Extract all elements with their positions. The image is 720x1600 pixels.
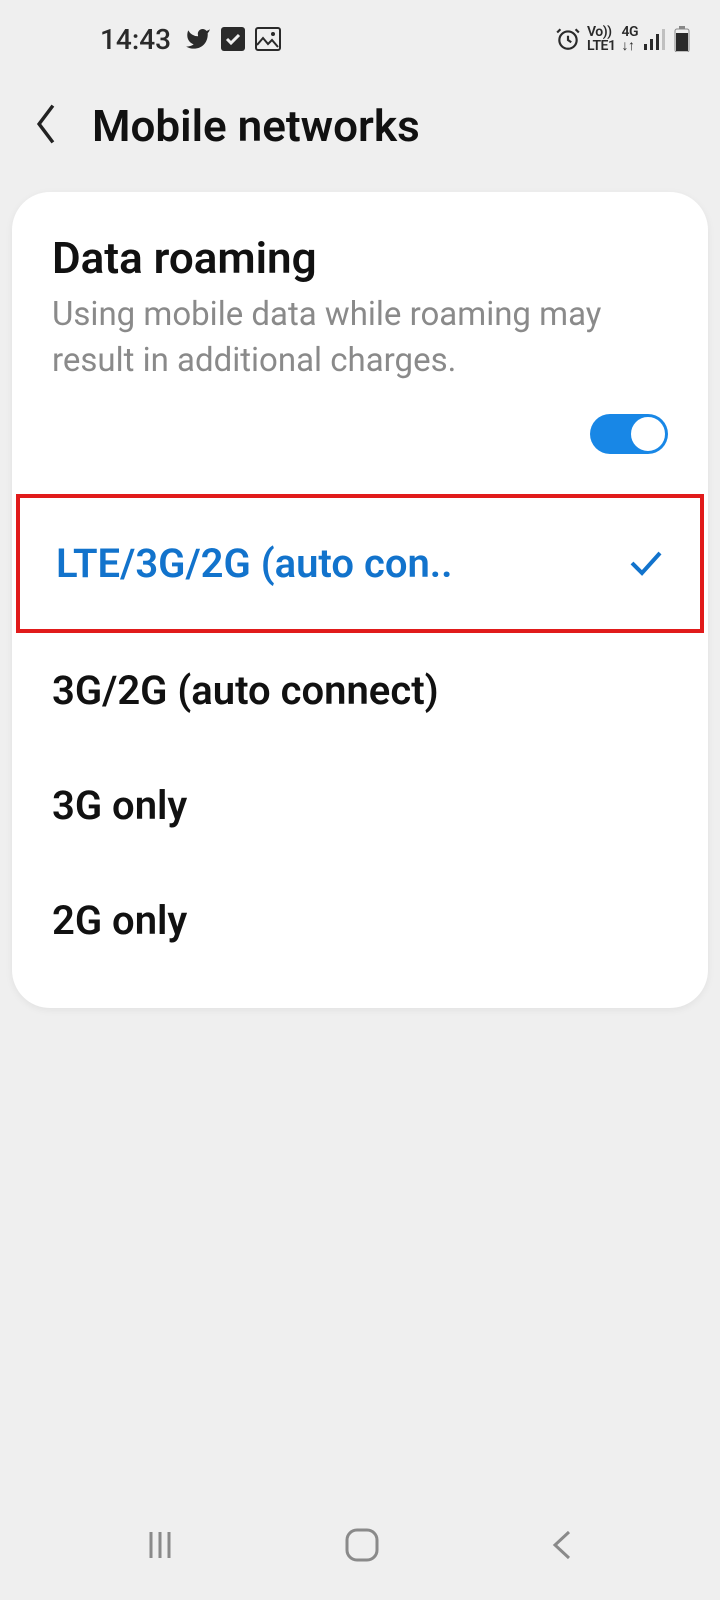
check-icon [628,540,664,587]
data-roaming-section[interactable]: Data roaming Using mobile data while roa… [12,232,708,384]
system-nav-bar [0,1510,720,1600]
status-left: 14:43 [30,23,281,56]
network-mode-option-lte[interactable]: LTE/3G/2G (auto con.. [16,494,704,633]
home-button[interactable] [343,1526,381,1564]
checkbox-icon [221,27,245,51]
option-label: 3G/2G (auto connect) [52,667,439,714]
signal-icon [644,28,668,50]
status-bar: 14:43 Vo)) LTE1 4G ↓↑ [0,0,720,70]
back-button[interactable] [30,101,62,151]
page-header: Mobile networks [0,70,720,192]
volte-indicator: Vo)) LTE1 [587,25,615,53]
toggle-knob [629,415,667,453]
data-roaming-desc: Using mobile data while roaming may resu… [52,292,668,384]
data-roaming-toggle[interactable] [590,414,668,454]
data-roaming-switch-row [12,384,708,474]
gallery-icon [255,27,281,51]
network-mode-option-2g[interactable]: 2G only [12,863,708,978]
battery-icon [674,26,690,52]
network-mode-options: LTE/3G/2G (auto con.. 3G/2G (auto connec… [12,494,708,978]
status-time: 14:43 [100,23,171,56]
option-label: 2G only [52,897,187,944]
option-label: LTE/3G/2G (auto con.. [56,540,453,587]
network-type-indicator: 4G ↓↑ [621,25,638,53]
data-roaming-title: Data roaming [52,232,668,284]
recents-button[interactable] [143,1528,177,1562]
settings-card: Data roaming Using mobile data while roa… [12,192,708,1008]
alarm-icon [555,26,581,52]
page-title: Mobile networks [92,100,420,152]
status-right: Vo)) LTE1 4G ↓↑ [555,25,690,53]
nav-back-button[interactable] [547,1526,577,1564]
network-mode-option-3g2g[interactable]: 3G/2G (auto connect) [12,633,708,748]
option-label: 3G only [52,782,187,829]
twitter-icon [185,26,211,52]
network-mode-option-3g[interactable]: 3G only [12,748,708,863]
